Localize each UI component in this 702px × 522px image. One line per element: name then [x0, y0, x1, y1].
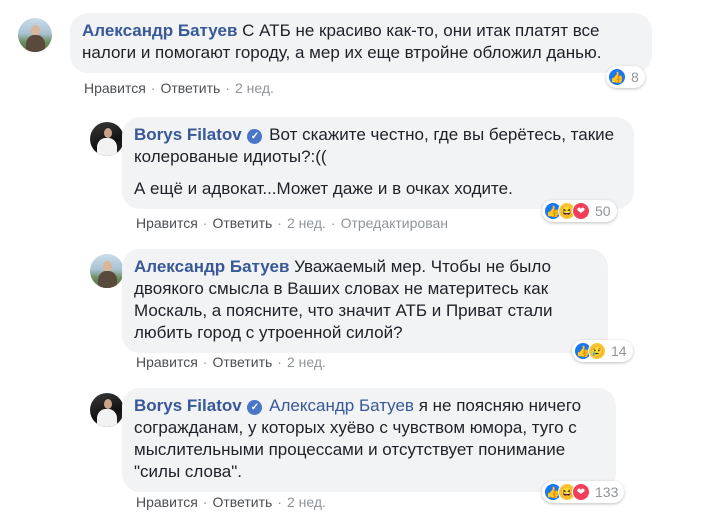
reply-link[interactable]: Ответить [212, 494, 272, 510]
comment-time[interactable]: 2 нед. [287, 354, 326, 370]
reaction-count: 50 [595, 203, 611, 219]
avatar[interactable] [90, 122, 124, 156]
comment-actions: Нравится · Ответить · 2 нед. [136, 354, 326, 370]
comment-bubble: Borys Filatov ✓ Вот скажите честно, где … [122, 117, 634, 209]
mention-link[interactable]: Александр Батуев [269, 396, 414, 415]
comment-author[interactable]: Александр Батуев [134, 257, 289, 276]
like-icon: 👍 [608, 68, 626, 86]
comment-time[interactable]: 2 нед. [235, 80, 274, 96]
avatar[interactable] [90, 393, 124, 427]
edited-label[interactable]: Отредактирован [341, 215, 448, 231]
reactions-summary[interactable]: 👍 😆 ❤ 133 [542, 481, 625, 503]
love-icon: ❤ [572, 483, 590, 501]
avatar[interactable] [90, 254, 124, 288]
reactions-summary[interactable]: 👍 😢 14 [572, 340, 633, 362]
comment-actions: Нравится · Ответить · 2 нед. [84, 80, 274, 96]
comment-author[interactable]: Александр Батуев [82, 21, 237, 40]
like-link[interactable]: Нравится [136, 354, 198, 370]
comment-time[interactable]: 2 нед. [287, 215, 326, 231]
reply-link[interactable]: Ответить [212, 354, 272, 370]
comment-author[interactable]: Borys Filatov [134, 125, 242, 144]
like-link[interactable]: Нравится [136, 494, 198, 510]
comment-bubble: Borys Filatov ✓ Александр Батуев я не по… [122, 388, 616, 492]
comment-actions: Нравится · Ответить · 2 нед. [136, 494, 326, 510]
verified-badge-icon: ✓ [247, 129, 263, 144]
comment-time[interactable]: 2 нед. [287, 494, 326, 510]
reactions-summary[interactable]: 👍 😆 ❤ 50 [542, 200, 617, 222]
comment-text-paragraph: А ещё и адвокат...Может даже и в очках х… [134, 179, 513, 198]
love-icon: ❤ [572, 202, 590, 220]
reaction-count: 14 [611, 343, 627, 359]
reaction-count: 133 [595, 484, 619, 500]
verified-badge-icon: ✓ [247, 400, 263, 415]
like-link[interactable]: Нравится [136, 215, 198, 231]
sad-icon: 😢 [588, 342, 606, 360]
comment-bubble: Александр Батуев С АТБ не красиво как-то… [70, 13, 652, 73]
comment-bubble: Александр Батуев Уважаемый мер. Чтобы не… [122, 249, 608, 353]
reply-link[interactable]: Ответить [212, 215, 272, 231]
comment-author[interactable]: Borys Filatov [134, 396, 242, 415]
avatar[interactable] [18, 18, 52, 52]
comment-actions: Нравится · Ответить · 2 нед. · Отредактирован [136, 215, 448, 231]
like-link[interactable]: Нравится [84, 80, 146, 96]
reaction-count: 8 [631, 69, 639, 85]
reactions-summary[interactable]: 👍 8 [606, 66, 645, 88]
reply-link[interactable]: Ответить [160, 80, 220, 96]
